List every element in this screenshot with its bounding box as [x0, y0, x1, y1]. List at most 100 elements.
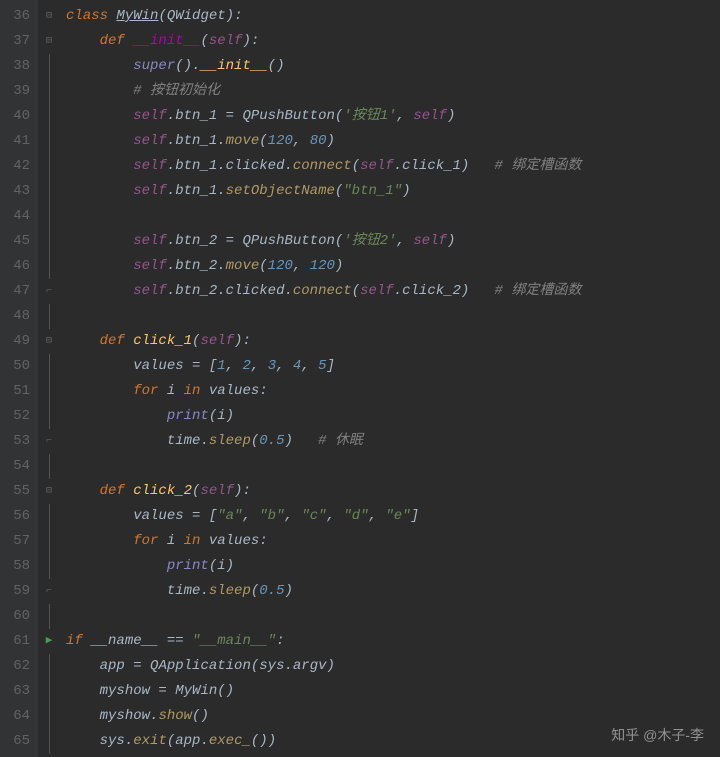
- token-var: [66, 683, 100, 699]
- code-line[interactable]: def __init__(self):: [66, 29, 720, 54]
- collapse-icon[interactable]: ⊟: [46, 329, 52, 354]
- token-var: QPushButton: [242, 108, 334, 124]
- token-punc: :: [259, 383, 267, 399]
- code-line[interactable]: self.btn_1.setObjectName("btn_1"): [66, 179, 720, 204]
- fold-marker: [38, 554, 60, 579]
- code-line[interactable]: [66, 454, 720, 479]
- token-var: [66, 558, 167, 574]
- code-line[interactable]: self.btn_1.move(120, 80): [66, 129, 720, 154]
- token-punc: .: [217, 133, 225, 149]
- token-var: values: [209, 383, 259, 399]
- fold-marker: [38, 379, 60, 404]
- token-var: [469, 283, 494, 299]
- code-line[interactable]: myshow = MyWin(): [66, 679, 720, 704]
- token-punc: :: [259, 533, 267, 549]
- code-line[interactable]: if __name__ == "__main__":: [66, 629, 720, 654]
- collapse-icon[interactable]: ⊟: [46, 479, 52, 504]
- token-punc: .: [200, 583, 208, 599]
- line-number: 48: [0, 304, 30, 329]
- fold-marker[interactable]: ⊟: [38, 329, 60, 354]
- line-number: 45: [0, 229, 30, 254]
- token-str: "b": [259, 508, 284, 524]
- token-var: [66, 408, 167, 424]
- collapse-icon[interactable]: ⊟: [46, 29, 52, 54]
- fold-marker[interactable]: ⊟: [38, 4, 60, 29]
- token-punc: ,: [327, 508, 344, 524]
- fold-marker: [38, 529, 60, 554]
- code-line[interactable]: super().__init__(): [66, 54, 720, 79]
- code-line[interactable]: self.btn_2 = QPushButton('按钮2', self): [66, 229, 720, 254]
- token-call: connect: [293, 158, 352, 174]
- token-str: "a": [217, 508, 242, 524]
- token-var: click_2: [402, 283, 461, 299]
- token-num: 0.5: [259, 583, 284, 599]
- token-punc: ,: [397, 233, 414, 249]
- token-punc: ,: [293, 133, 310, 149]
- code-line[interactable]: app = QApplication(sys.argv): [66, 654, 720, 679]
- token-str: "btn_1": [343, 183, 402, 199]
- code-line[interactable]: print(i): [66, 404, 720, 429]
- token-punc: ]: [327, 358, 335, 374]
- fold-marker[interactable]: ▶: [38, 629, 60, 654]
- code-line[interactable]: [66, 204, 720, 229]
- line-number: 65: [0, 729, 30, 754]
- fold-marker[interactable]: ⊟: [38, 479, 60, 504]
- code-line[interactable]: [66, 304, 720, 329]
- token-cmt: # 绑定槽函数: [495, 283, 582, 299]
- token-punc: (): [268, 58, 285, 74]
- code-line[interactable]: for i in values:: [66, 529, 720, 554]
- code-line[interactable]: values = [1, 2, 3, 4, 5]: [66, 354, 720, 379]
- token-self: self: [360, 283, 394, 299]
- code-line[interactable]: # 按钮初始化: [66, 79, 720, 104]
- code-line[interactable]: self.btn_2.clicked.connect(self.click_2)…: [66, 279, 720, 304]
- token-var: [66, 258, 133, 274]
- token-punc: .: [167, 133, 175, 149]
- fold-marker: [38, 704, 60, 729]
- token-var: btn_2: [175, 283, 217, 299]
- code-editor[interactable]: 3637383940414243444546474849505152535455…: [0, 0, 720, 757]
- token-punc: .: [125, 733, 133, 749]
- line-number: 46: [0, 254, 30, 279]
- line-number: 51: [0, 379, 30, 404]
- code-line[interactable]: self.btn_1 = QPushButton('按钮1', self): [66, 104, 720, 129]
- line-number: 38: [0, 54, 30, 79]
- code-line[interactable]: class MyWin(QWidget):: [66, 4, 720, 29]
- code-line[interactable]: for i in values:: [66, 379, 720, 404]
- collapse-icon[interactable]: ⊟: [46, 4, 52, 29]
- token-punc: ]: [411, 508, 419, 524]
- token-punc: .: [167, 108, 175, 124]
- code-line[interactable]: print(i): [66, 554, 720, 579]
- fold-marker: [38, 104, 60, 129]
- code-line[interactable]: def click_1(self):: [66, 329, 720, 354]
- code-line[interactable]: values = ["a", "b", "c", "d", "e"]: [66, 504, 720, 529]
- code-line[interactable]: def click_2(self):: [66, 479, 720, 504]
- token-punc: (: [200, 33, 208, 49]
- run-icon[interactable]: ▶: [46, 629, 53, 654]
- token-punc: (: [167, 733, 175, 749]
- token-punc: :: [242, 483, 250, 499]
- code-line[interactable]: time.sleep(0.5) # 休眠: [66, 429, 720, 454]
- token-var: [66, 383, 133, 399]
- token-var: i: [167, 383, 175, 399]
- line-number: 60: [0, 604, 30, 629]
- token-var: [66, 133, 133, 149]
- code-line[interactable]: time.sleep(0.5): [66, 579, 720, 604]
- token-call: show: [158, 708, 192, 724]
- token-call: connect: [293, 283, 352, 299]
- line-number: 58: [0, 554, 30, 579]
- token-punc: (): [251, 733, 268, 749]
- code-line[interactable]: self.btn_1.clicked.connect(self.click_1)…: [66, 154, 720, 179]
- code-line[interactable]: [66, 604, 720, 629]
- code-area[interactable]: class MyWin(QWidget): def __init__(self)…: [60, 0, 720, 757]
- line-number: 64: [0, 704, 30, 729]
- token-punc: .: [167, 183, 175, 199]
- code-line[interactable]: self.btn_2.move(120, 120): [66, 254, 720, 279]
- token-fn: click_2: [133, 483, 192, 499]
- line-number: 40: [0, 104, 30, 129]
- line-number: 62: [0, 654, 30, 679]
- fold-marker[interactable]: ⊟: [38, 29, 60, 54]
- token-num: 2: [242, 358, 250, 374]
- token-var: [66, 358, 133, 374]
- token-punc: ): [226, 558, 234, 574]
- token-num: 120: [268, 133, 293, 149]
